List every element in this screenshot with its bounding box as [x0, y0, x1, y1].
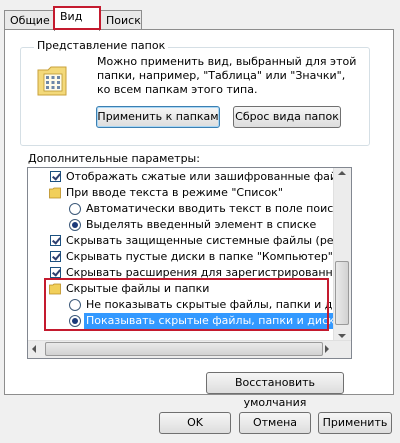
reset-folders-button[interactable]: Сброс вида папок	[233, 106, 341, 128]
ok-button[interactable]: OK	[159, 412, 231, 434]
list-item-label: Скрывать пустые диски в папке "Компьютер…	[66, 250, 333, 263]
tab-search-label: Поиск	[106, 14, 141, 27]
checkbox-checked-icon[interactable]	[50, 235, 61, 246]
cancel-label: Отмена	[252, 416, 298, 429]
list-item-label: Не показывать скрытые файлы, папки и дис…	[86, 298, 352, 311]
radio-selected-icon[interactable]	[69, 219, 81, 231]
cancel-button[interactable]: Отмена	[239, 412, 311, 434]
vertical-scrollbar[interactable]	[333, 168, 351, 342]
checkbox-checked-icon[interactable]	[50, 171, 61, 182]
scroll-up-icon[interactable]	[338, 171, 346, 175]
tab-search[interactable]: Поиск	[100, 10, 142, 30]
list-item-label: Показывать скрытые файлы, папки и диски	[84, 313, 344, 329]
ok-label: OK	[187, 416, 203, 429]
list-item-label: Отображать сжатые или зашифрованные файл…	[66, 170, 351, 183]
tab-general-label: Общие	[10, 14, 50, 27]
vertical-scroll-thumb[interactable]	[335, 261, 349, 325]
list-item-label: Скрывать расширения для зарегистрированн…	[66, 266, 351, 279]
list-item-label: Автоматически вводить текст в поле поиск…	[86, 202, 347, 215]
advanced-settings-label: Дополнительные параметры:	[28, 152, 200, 165]
folder-views-description: Можно применить вид, выбранный для этой …	[97, 55, 357, 96]
folder-views-legend: Представление папок	[34, 39, 169, 52]
restore-defaults-button[interactable]: Восстановить умолчания	[206, 372, 344, 409]
list-item-label: Скрывать защищенные системные файлы (рек…	[66, 234, 351, 247]
apply-to-folders-button[interactable]: Применить к папкам	[96, 106, 220, 128]
list-item-label: При вводе текста в режиме "Список"	[66, 186, 283, 199]
tab-general[interactable]: Общие	[4, 10, 54, 30]
radio-unselected-icon[interactable]	[69, 299, 81, 311]
apply-to-folders-label: Применить к папкам	[97, 110, 219, 123]
reset-folders-label: Сброс вида папок	[235, 110, 339, 123]
folder-grid-icon	[37, 66, 67, 96]
horizontal-scrollbar[interactable]	[28, 340, 351, 358]
folder-icon	[49, 283, 61, 295]
scroll-down-icon[interactable]	[338, 334, 346, 338]
advanced-settings-list[interactable]: Отображать сжатые или зашифрованные файл…	[27, 167, 352, 359]
radio-unselected-icon[interactable]	[69, 203, 81, 215]
radio-selected-icon[interactable]	[69, 315, 81, 327]
checkbox-checked-icon[interactable]	[50, 251, 61, 262]
apply-button[interactable]: Применить	[318, 412, 392, 434]
horizontal-scroll-thumb[interactable]	[45, 342, 323, 356]
tab-view-label: Вид	[60, 10, 83, 23]
checkbox-checked-icon[interactable]	[50, 267, 61, 278]
scroll-right-icon[interactable]	[325, 345, 329, 353]
tab-view[interactable]: Вид	[54, 6, 100, 31]
folder-icon	[49, 187, 61, 199]
apply-label: Применить	[322, 416, 388, 429]
list-item-label: Выделять введенный элемент в списке	[86, 218, 317, 231]
restore-defaults-label: Восстановить умолчания	[235, 376, 315, 409]
scroll-left-icon[interactable]	[32, 345, 36, 353]
list-item-label: Скрытые файлы и папки	[66, 282, 210, 295]
